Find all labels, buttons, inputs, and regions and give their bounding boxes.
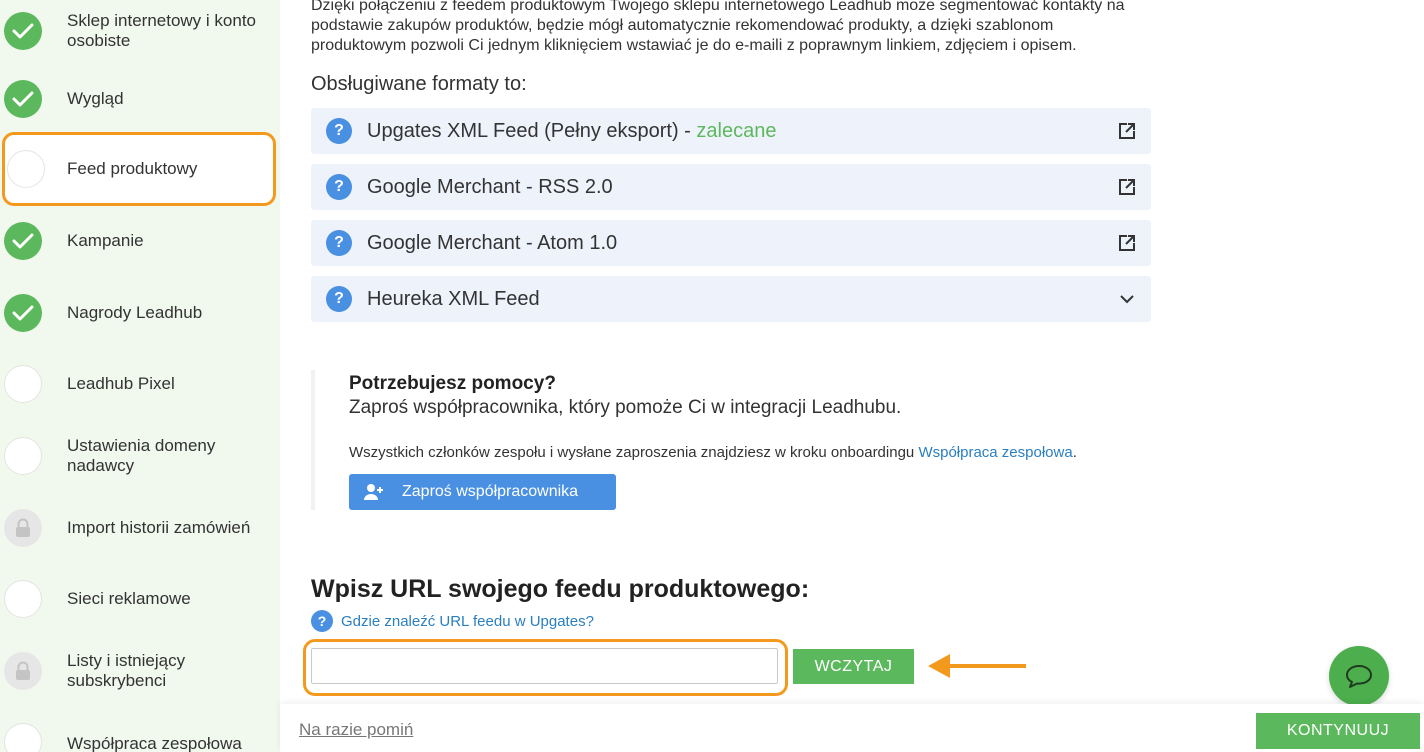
external-link-icon[interactable]	[1117, 177, 1137, 197]
where-find-url-label: Gdzie znaleźć URL feedu w Upgates?	[341, 612, 594, 630]
sidebar-step-label: Leadhub Pixel	[67, 374, 175, 393]
feed-url-title: Wpisz URL swojego feedu produktowego:	[311, 575, 810, 603]
format-item-heureka[interactable]: ? Heureka XML Feed	[311, 276, 1151, 322]
format-label: Upgates XML Feed (Pełny eksport) - zalec…	[367, 119, 777, 142]
format-item-google-atom[interactable]: ? Google Merchant - Atom 1.0	[311, 220, 1151, 266]
intro-text: Dzięki połączeniu z feedem produktowym T…	[311, 0, 1125, 54]
format-label: Heureka XML Feed	[367, 287, 540, 310]
sidebar-step-label: Feed produktowy	[67, 159, 198, 178]
onboarding-sidebar: Sklep internetowy i konto osobiste Wyglą…	[0, 0, 280, 752]
recommended-badge: zalecane	[696, 119, 777, 142]
sidebar-step-label: Ustawienia domeny nadawcy	[67, 436, 216, 475]
help-text: Wszystkich członków zespołu i wysłane za…	[349, 444, 1077, 461]
sidebar-step-ad-networks[interactable]: Sieci reklamowe	[0, 571, 280, 627]
invite-button-label: Zaproś współpracownika	[402, 483, 579, 500]
help-icon: ?	[311, 610, 333, 632]
empty-circle-icon	[7, 150, 45, 188]
where-find-url-link[interactable]: ? Gdzie znaleźć URL feedu w Upgates?	[311, 610, 594, 632]
sidebar-step-label: Sieci reklamowe	[67, 589, 191, 608]
check-icon	[4, 80, 42, 118]
sidebar-step-label: Wygląd	[67, 89, 124, 108]
invite-collaborator-button[interactable]: Zaproś współpracownika	[349, 474, 616, 510]
skip-link[interactable]: Na razie pomiń	[299, 720, 413, 740]
external-link-icon[interactable]	[1117, 233, 1137, 253]
load-button[interactable]: WCZYTAJ	[793, 649, 914, 684]
sidebar-step-label: Kampanie	[67, 231, 144, 250]
help-subtitle: Zaproś współpracownika, który pomoże Ci …	[349, 397, 902, 418]
sidebar-step-online-store[interactable]: Sklep internetowy i konto osobiste	[0, 3, 280, 59]
sidebar-step-product-feed[interactable]: Feed produktowy	[2, 132, 276, 206]
sidebar-step-label: Import historii zamówień	[67, 518, 251, 537]
help-icon[interactable]: ?	[326, 174, 352, 200]
team-collaboration-link[interactable]: Współpraca zespołowa	[918, 444, 1072, 461]
sidebar-step-order-history-import[interactable]: Import historii zamówień	[0, 500, 280, 556]
empty-circle-icon	[4, 365, 42, 403]
lock-icon	[4, 509, 42, 547]
sidebar-step-label: Sklep internetowy i konto osobiste	[67, 11, 256, 50]
continue-button[interactable]: KONTYNUUJ	[1256, 713, 1420, 749]
check-icon	[4, 294, 42, 332]
help-box: Potrzebujesz pomocy? Zaproś współpracown…	[311, 370, 1111, 510]
format-item-upgates[interactable]: ? Upgates XML Feed (Pełny eksport) - zal…	[311, 108, 1151, 154]
add-user-icon	[364, 483, 384, 506]
footer-bar: Na razie pomiń KONTYNUUJ	[280, 704, 1424, 752]
sidebar-step-leadhub-rewards[interactable]: Nagrody Leadhub	[0, 285, 280, 341]
chat-icon[interactable]	[1329, 646, 1389, 706]
empty-circle-icon	[4, 580, 42, 618]
external-link-icon[interactable]	[1117, 121, 1137, 141]
sidebar-step-label: Współpraca zespołowa	[67, 734, 242, 752]
sidebar-step-leadhub-pixel[interactable]: Leadhub Pixel	[0, 356, 280, 412]
sidebar-step-sender-domain[interactable]: Ustawienia domeny nadawcy	[0, 428, 280, 484]
sidebar-step-campaigns[interactable]: Kampanie	[0, 213, 280, 269]
lock-icon	[4, 652, 42, 690]
format-label: Google Merchant - RSS 2.0	[367, 175, 613, 198]
format-label: Google Merchant - Atom 1.0	[367, 231, 618, 254]
sidebar-step-label: Listy i istniejący subskrybenci	[67, 651, 186, 690]
formats-title: Obsługiwane formaty to:	[311, 73, 527, 95]
sidebar-step-label: Nagrody Leadhub	[67, 303, 203, 322]
empty-circle-icon	[4, 723, 42, 752]
check-icon	[4, 12, 42, 50]
chevron-down-icon[interactable]	[1117, 289, 1137, 309]
format-item-google-rss[interactable]: ? Google Merchant - RSS 2.0	[311, 164, 1151, 210]
help-title: Potrzebujesz pomocy?	[349, 373, 556, 394]
check-icon	[4, 222, 42, 260]
pointer-arrow-icon	[928, 654, 1026, 678]
feed-url-input[interactable]	[311, 648, 778, 684]
main-content: Dzięki połączeniu z feedem produktowym T…	[280, 0, 1424, 752]
help-icon[interactable]: ?	[326, 118, 352, 144]
sidebar-step-lists-subscribers[interactable]: Listy i istniejący subskrybenci	[0, 643, 280, 699]
help-icon[interactable]: ?	[326, 286, 352, 312]
empty-circle-icon	[4, 437, 42, 475]
sidebar-step-team-collaboration[interactable]: Współpraca zespołowa	[0, 714, 280, 752]
help-icon[interactable]: ?	[326, 230, 352, 256]
sidebar-step-appearance[interactable]: Wygląd	[0, 71, 280, 127]
